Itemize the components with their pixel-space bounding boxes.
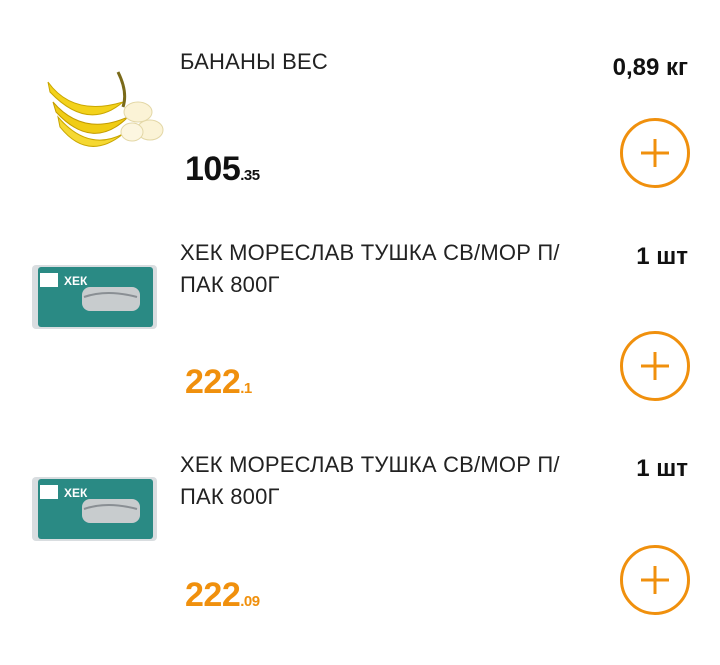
product-price: 105.35 (185, 150, 260, 189)
product-price: 222.09 (185, 576, 260, 615)
cart-item: БАНАНЫ ВЕС 0,89 кг 105.35 (0, 0, 720, 210)
cart-item: ХЕК ХЕК МОРЕСЛАВ ТУШКА СВ/МОР П/ПАК 800Г… (0, 437, 720, 637)
add-to-cart-button[interactable] (620, 331, 690, 401)
hake-package-image: ХЕК (32, 265, 157, 329)
product-name: ХЕК МОРЕСЛАВ ТУШКА СВ/МОР П/ПАК 800Г (180, 452, 560, 509)
price-fraction: .35 (240, 167, 260, 184)
product-quantity: 0,89 кг (612, 54, 688, 81)
price-integer: 222 (185, 576, 241, 614)
product-name: ХЕК МОРЕСЛАВ ТУШКА СВ/МОР П/ПАК 800Г (180, 240, 560, 297)
price-integer: 222 (185, 363, 241, 401)
package-title: ХЕК (64, 274, 88, 288)
banana-product-image (47, 71, 164, 147)
product-quantity: 1 шт (636, 243, 688, 270)
cart-item: ХЕК ХЕК МОРЕСЛАВ ТУШКА СВ/МОР П/ПАК 800Г… (0, 225, 720, 425)
price-fraction: .09 (240, 593, 260, 610)
product-quantity: 1 шт (636, 455, 688, 482)
package-title: ХЕК (64, 486, 88, 500)
add-to-cart-button[interactable] (620, 545, 690, 615)
add-to-cart-button[interactable] (620, 118, 690, 188)
product-price: 222.1 (185, 363, 252, 402)
price-fraction: .1 (240, 380, 252, 397)
product-name: БАНАНЫ ВЕС (180, 49, 328, 74)
price-integer: 105 (185, 150, 241, 188)
hake-package-image: ХЕК (32, 477, 157, 541)
